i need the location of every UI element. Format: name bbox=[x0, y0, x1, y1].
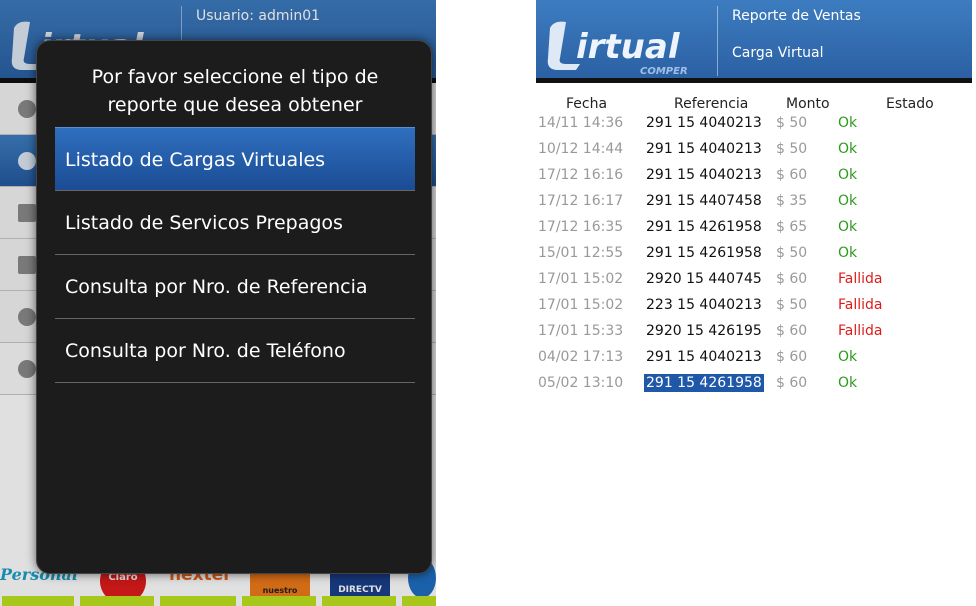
report-subtitle: Carga Virtual bbox=[732, 45, 824, 61]
row-estado: Ok bbox=[838, 193, 858, 209]
col-monto: Monto bbox=[786, 96, 830, 112]
row-fecha: 17/12 16:35 bbox=[538, 219, 624, 235]
table-row[interactable]: 17/12 16:17 291 15 4407458 $ 35 Ok bbox=[536, 192, 972, 218]
row-referencia: 291 15 4261958 bbox=[646, 245, 762, 261]
row-monto: $ 50 bbox=[776, 115, 808, 131]
row-fecha: 05/02 13:10 bbox=[538, 375, 624, 391]
row-estado: Ok bbox=[838, 219, 858, 235]
row-estado: Fallida bbox=[838, 271, 883, 287]
row-monto: $ 50 bbox=[776, 297, 808, 313]
row-fecha: 17/01 15:02 bbox=[538, 297, 624, 313]
row-referencia: 291 15 4261958 bbox=[644, 374, 764, 392]
row-referencia: 2920 15 426195 bbox=[646, 323, 762, 339]
table-row[interactable]: 05/02 13:10 291 15 4261958 $ 60 Ok bbox=[536, 374, 972, 400]
table-row[interactable]: 17/01 15:02 2920 15 440745 $ 60 Fallida bbox=[536, 270, 972, 296]
option-nro-referencia[interactable]: Consulta por Nro. de Referencia bbox=[55, 255, 415, 319]
row-referencia: 223 15 4040213 bbox=[646, 297, 762, 313]
row-monto: $ 50 bbox=[776, 141, 808, 157]
dialog-prompt: Por favor seleccione el tipo de reporte … bbox=[37, 63, 433, 119]
virtual-comper-logo: irtual COMPER bbox=[547, 21, 688, 77]
row-estado: Fallida bbox=[838, 297, 883, 313]
right-screen: irtual COMPER Reporte de Ventas Carga Vi… bbox=[536, 0, 972, 606]
table-row[interactable]: 14/11 14:36 291 15 4040213 $ 50 Ok bbox=[536, 114, 972, 140]
row-estado: Ok bbox=[838, 375, 858, 391]
table-row[interactable]: 17/12 16:16 291 15 4040213 $ 60 Ok bbox=[536, 166, 972, 192]
col-fecha: Fecha bbox=[566, 96, 608, 112]
table-row[interactable]: 04/02 17:13 291 15 4040213 $ 60 Ok bbox=[536, 348, 972, 374]
row-fecha: 10/12 14:44 bbox=[538, 141, 624, 157]
row-referencia: 291 15 4040213 bbox=[646, 349, 762, 365]
row-referencia: 291 15 4261958 bbox=[646, 219, 762, 235]
row-referencia: 2920 15 440745 bbox=[646, 271, 762, 287]
row-estado: Ok bbox=[838, 349, 858, 365]
prompt-line-2: reporte que desea obtener bbox=[107, 94, 363, 116]
row-fecha: 14/11 14:36 bbox=[538, 115, 624, 131]
row-estado: Ok bbox=[838, 245, 858, 261]
row-referencia: 291 15 4040213 bbox=[646, 167, 762, 183]
report-type-dialog: Por favor seleccione el tipo de reporte … bbox=[36, 40, 432, 574]
col-estado: Estado bbox=[886, 96, 934, 112]
row-fecha: 17/01 15:33 bbox=[538, 323, 624, 339]
row-estado: Ok bbox=[838, 115, 858, 131]
option-nro-telefono[interactable]: Consulta por Nro. de Teléfono bbox=[55, 319, 415, 383]
row-monto: $ 60 bbox=[776, 167, 808, 183]
row-monto: $ 60 bbox=[776, 271, 808, 287]
table-row[interactable]: 17/01 15:02 223 15 4040213 $ 50 Fallida bbox=[536, 296, 972, 322]
row-monto: $ 60 bbox=[776, 323, 808, 339]
col-referencia: Referencia bbox=[674, 96, 749, 112]
report-header: irtual COMPER Reporte de Ventas Carga Vi… bbox=[536, 0, 972, 83]
table-row[interactable]: 15/01 12:55 291 15 4261958 $ 50 Ok bbox=[536, 244, 972, 270]
row-referencia: 291 15 4407458 bbox=[646, 193, 762, 209]
option-cargas-virtuales[interactable]: Listado de Cargas Virtuales bbox=[55, 127, 415, 191]
row-monto: $ 60 bbox=[776, 375, 808, 391]
row-estado: Fallida bbox=[838, 323, 883, 339]
report-title: Reporte de Ventas bbox=[732, 8, 861, 24]
table-row[interactable]: 10/12 14:44 291 15 4040213 $ 50 Ok bbox=[536, 140, 972, 166]
row-monto: $ 60 bbox=[776, 349, 808, 365]
row-estado: Ok bbox=[838, 141, 858, 157]
option-servicos-prepagos[interactable]: Listado de Servicos Prepagos bbox=[55, 191, 415, 255]
svg-text:irtual: irtual bbox=[576, 27, 681, 67]
table-row[interactable]: 17/01 15:33 2920 15 426195 $ 60 Fallida bbox=[536, 322, 972, 348]
row-fecha: 17/12 16:17 bbox=[538, 193, 624, 209]
prompt-line-1: Por favor seleccione el tipo de bbox=[91, 66, 379, 88]
row-fecha: 17/12 16:16 bbox=[538, 167, 624, 183]
row-fecha: 17/01 15:02 bbox=[538, 271, 624, 287]
row-monto: $ 50 bbox=[776, 245, 808, 261]
row-referencia: 291 15 4040213 bbox=[646, 141, 762, 157]
row-fecha: 04/02 17:13 bbox=[538, 349, 624, 365]
row-monto: $ 35 bbox=[776, 193, 808, 209]
left-screen: irtual Usuario: admin01 Personal Claro n… bbox=[0, 0, 436, 606]
svg-text:COMPER: COMPER bbox=[640, 66, 688, 77]
table-row[interactable]: 17/12 16:35 291 15 4261958 $ 65 Ok bbox=[536, 218, 972, 244]
row-fecha: 15/01 12:55 bbox=[538, 245, 624, 261]
row-estado: Ok bbox=[838, 167, 858, 183]
row-referencia: 291 15 4040213 bbox=[646, 115, 762, 131]
row-monto: $ 65 bbox=[776, 219, 808, 235]
